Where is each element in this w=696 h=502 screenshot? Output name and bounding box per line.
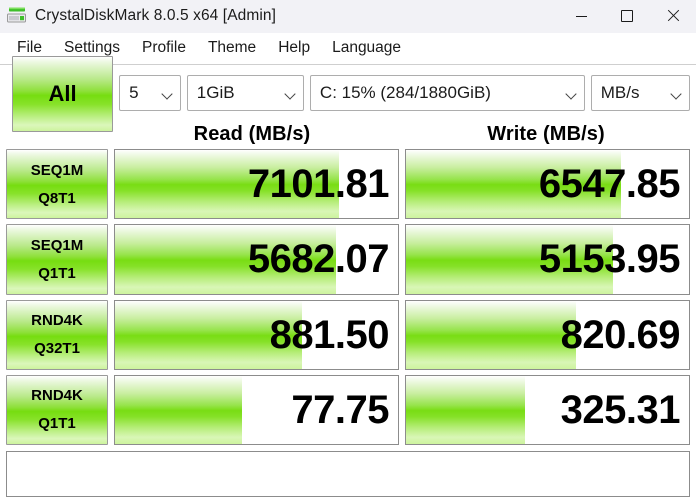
write-value: 325.31 xyxy=(560,387,681,432)
test-button-rnd4k-q1t1[interactable]: RND4K Q1T1 xyxy=(6,374,108,445)
read-value: 7101.81 xyxy=(247,162,390,207)
write-value: 6547.85 xyxy=(538,162,681,207)
title-bar: CrystalDiskMark 8.0.5 x64 [Admin] xyxy=(0,0,696,33)
results-grid: SEQ1M Q8T1 7101.81 6547.85 SEQ1M Q1T1 56… xyxy=(0,149,696,445)
test-size-select[interactable]: 1GiB xyxy=(186,75,304,111)
read-value: 881.50 xyxy=(269,312,390,357)
test-button-seq1m-q8t1[interactable]: SEQ1M Q8T1 xyxy=(6,149,108,220)
read-result-rnd4k-q1t1[interactable]: 77.75 xyxy=(114,374,399,445)
test-label-line2: Q8T1 xyxy=(38,189,76,207)
write-column-header: Write (MB/s) xyxy=(487,122,605,145)
maximize-button[interactable] xyxy=(604,0,650,32)
target-drive-value: C: 15% (284/1880GiB) xyxy=(319,83,491,102)
test-size-value: 1GiB xyxy=(196,83,235,102)
unit-value: MB/s xyxy=(600,83,640,102)
test-label-line1: SEQ1M xyxy=(30,161,84,179)
chevron-down-icon xyxy=(284,87,297,100)
test-label-line1: SEQ1M xyxy=(30,236,84,254)
write-result-rnd4k-q1t1[interactable]: 325.31 xyxy=(405,374,690,445)
crystaldiskmark-window: CrystalDiskMark 8.0.5 x64 [Admin] File S… xyxy=(0,0,696,502)
run-count-value: 5 xyxy=(129,83,139,102)
table-row: RND4K Q32T1 881.50 820.69 xyxy=(6,299,690,370)
test-label-line2: Q1T1 xyxy=(38,264,76,282)
read-value: 77.75 xyxy=(291,387,389,432)
table-row: RND4K Q1T1 77.75 325.31 xyxy=(6,374,690,445)
target-drive-select[interactable]: C: 15% (284/1880GiB) xyxy=(309,75,585,111)
write-bar-fill xyxy=(406,375,525,444)
run-count-select[interactable]: 5 xyxy=(119,75,181,111)
window-controls xyxy=(558,0,696,32)
write-result-seq1m-q8t1[interactable]: 6547.85 xyxy=(405,149,690,220)
read-column-header: Read (MB/s) xyxy=(193,122,311,145)
table-row: SEQ1M Q1T1 5682.07 5153.95 xyxy=(6,224,690,295)
chevron-down-icon xyxy=(565,87,578,100)
disk-drive-icon xyxy=(6,6,28,26)
all-button-label: All xyxy=(48,81,77,106)
comment-box[interactable] xyxy=(6,451,690,497)
test-label-line1: RND4K xyxy=(31,387,83,405)
menu-item-theme[interactable]: Theme xyxy=(197,36,267,61)
chevron-down-icon xyxy=(161,87,174,100)
column-headers: Read (MB/s) Write (MB/s) xyxy=(0,119,696,149)
toolbar: All 5 1GiB C: 15% (284/1880GiB) MB/s xyxy=(0,56,696,132)
write-value: 5153.95 xyxy=(538,237,681,282)
minimize-button[interactable] xyxy=(558,0,604,32)
write-result-seq1m-q1t1[interactable]: 5153.95 xyxy=(405,224,690,295)
read-result-seq1m-q1t1[interactable]: 5682.07 xyxy=(114,224,399,295)
test-label-line2: Q32T1 xyxy=(34,340,80,358)
test-label-line1: RND4K xyxy=(31,312,83,330)
read-value: 5682.07 xyxy=(247,237,390,282)
close-icon xyxy=(667,10,679,22)
test-label-line2: Q1T1 xyxy=(38,415,76,433)
read-result-seq1m-q8t1[interactable]: 7101.81 xyxy=(114,149,399,220)
menu-item-profile[interactable]: Profile xyxy=(131,36,197,61)
write-value: 820.69 xyxy=(560,312,681,357)
minimize-icon xyxy=(575,15,587,17)
write-bar-fill xyxy=(406,300,576,369)
read-result-rnd4k-q32t1[interactable]: 881.50 xyxy=(114,299,399,370)
test-button-seq1m-q1t1[interactable]: SEQ1M Q1T1 xyxy=(6,224,108,295)
test-button-rnd4k-q32t1[interactable]: RND4K Q32T1 xyxy=(6,299,108,370)
window-title: CrystalDiskMark 8.0.5 x64 [Admin] xyxy=(35,7,277,24)
menu-item-help[interactable]: Help xyxy=(267,36,321,61)
unit-select[interactable]: MB/s xyxy=(590,75,691,111)
maximize-icon xyxy=(621,10,633,22)
close-button[interactable] xyxy=(650,0,696,32)
table-row: SEQ1M Q8T1 7101.81 6547.85 xyxy=(6,149,690,220)
write-result-rnd4k-q32t1[interactable]: 820.69 xyxy=(405,299,690,370)
menu-item-language[interactable]: Language xyxy=(321,36,412,61)
read-bar-fill xyxy=(115,375,243,444)
chevron-down-icon xyxy=(670,87,683,100)
